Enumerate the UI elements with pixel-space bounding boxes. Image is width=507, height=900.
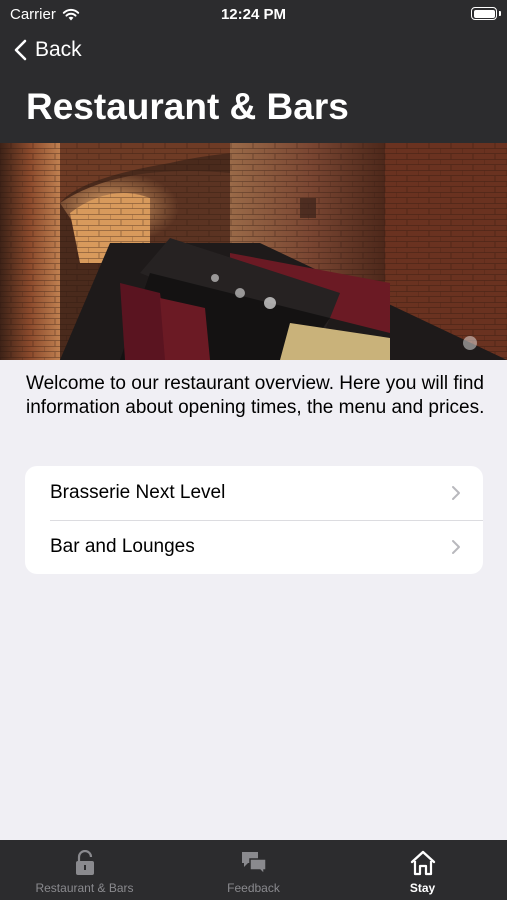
list-item-label: Brasserie Next Level <box>50 482 226 503</box>
list-item-brasserie-next-level[interactable]: Brasserie Next Level <box>25 466 483 520</box>
status-bar: Carrier 12:24 PM <box>0 0 507 30</box>
battery-tip <box>499 11 501 16</box>
tab-label: Stay <box>409 881 436 895</box>
tab-label: Restaurant & Bars <box>35 881 134 895</box>
tab-restaurant-and-bars[interactable]: Restaurant & Bars <box>0 840 169 900</box>
intro-text: Welcome to our restaurant overview. Here… <box>26 373 485 418</box>
chevron-right-icon <box>452 486 460 500</box>
lock-icon <box>75 850 94 875</box>
list-item-label: Bar and Lounges <box>50 536 195 557</box>
restaurant-hero-image <box>0 143 507 360</box>
chevron-right-icon <box>452 540 460 554</box>
page-title: Restaurant & Bars <box>26 86 349 127</box>
tab-bar: Restaurant & Bars Feedback Stay <box>0 840 507 900</box>
list-item-bar-and-lounges[interactable]: Bar and Lounges <box>25 520 483 574</box>
back-label: Back <box>35 38 82 61</box>
tab-stay[interactable]: Stay <box>338 840 507 900</box>
clock: 12:24 PM <box>220 6 287 23</box>
chevron-left-icon <box>14 39 27 61</box>
back-button[interactable]: Back <box>14 38 82 62</box>
restaurant-list: Brasserie Next Level Bar and Lounges <box>25 466 483 574</box>
tab-label: Feedback <box>227 881 280 895</box>
battery-icon <box>471 7 497 20</box>
tab-feedback[interactable]: Feedback <box>169 840 338 900</box>
chat-bubbles-icon <box>241 852 267 876</box>
navigation-header: Carrier 12:24 PM Back Restaurant & Bars <box>0 0 507 143</box>
home-icon <box>410 850 435 876</box>
